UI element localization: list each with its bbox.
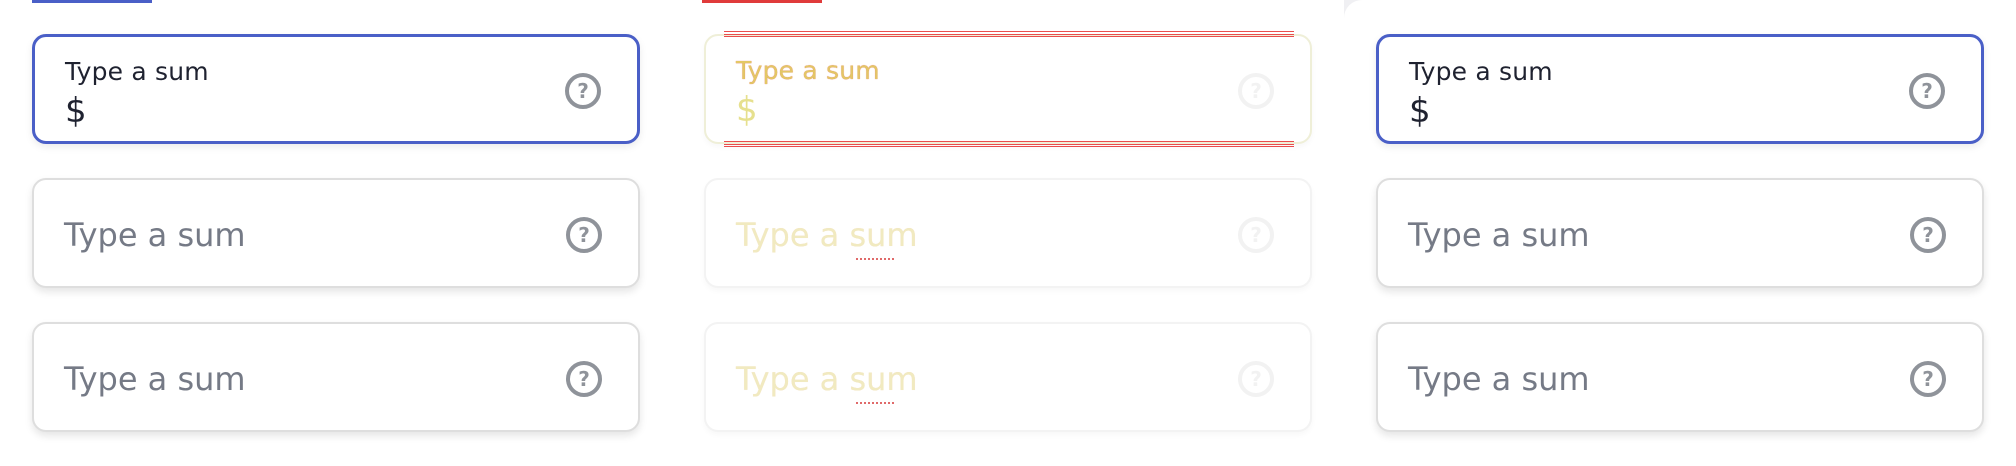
active-tab-indicator bbox=[32, 0, 152, 3]
sum-field-debug[interactable]: Type a sum $ ? bbox=[704, 31, 1312, 147]
sum-field-debug[interactable]: Type a sum ? bbox=[704, 322, 1312, 432]
debug-underline bbox=[856, 402, 894, 405]
sum-field-focused[interactable]: Type a sum $ ? bbox=[1376, 34, 1984, 144]
debug-underline bbox=[856, 258, 894, 261]
question-circle-icon[interactable]: ? bbox=[1238, 73, 1274, 109]
question-circle-icon[interactable]: ? bbox=[1910, 217, 1946, 253]
field-placeholder: Type a sum bbox=[1408, 360, 1590, 398]
debug-guide-top bbox=[724, 31, 1294, 37]
field-placeholder: Type a sum bbox=[1408, 216, 1590, 254]
debug-guide-bottom bbox=[724, 141, 1294, 147]
field-label: Type a sum bbox=[736, 56, 880, 85]
question-circle-icon[interactable]: ? bbox=[1238, 361, 1274, 397]
question-circle-icon[interactable]: ? bbox=[566, 361, 602, 397]
panel-left: Type a sum $ ? Type a sum ? Type a sum ? bbox=[0, 0, 672, 466]
question-circle-icon[interactable]: ? bbox=[565, 73, 601, 109]
sum-field[interactable]: Type a sum ? bbox=[1376, 322, 1984, 432]
debug-tab-indicator bbox=[702, 0, 822, 3]
sum-field[interactable]: Type a sum ? bbox=[32, 322, 640, 432]
field-value[interactable]: $ bbox=[1409, 91, 1431, 131]
field-placeholder: Type a sum bbox=[64, 216, 246, 254]
field-label: Type a sum bbox=[65, 57, 209, 86]
sum-field[interactable]: Type a sum ? bbox=[1376, 178, 1984, 288]
field-placeholder: Type a sum bbox=[64, 360, 246, 398]
field-value[interactable]: $ bbox=[65, 91, 87, 131]
field-value[interactable]: $ bbox=[736, 90, 758, 130]
field-label: Type a sum bbox=[1409, 57, 1553, 86]
field-placeholder: Type a sum bbox=[736, 216, 918, 254]
panel-middle: Type a sum $ ? Type a sum ? Type a sum ? bbox=[672, 0, 1344, 466]
sum-field-debug[interactable]: Type a sum ? bbox=[704, 178, 1312, 288]
sum-field[interactable]: Type a sum ? bbox=[32, 178, 640, 288]
canvas: Type a sum $ ? Type a sum ? Type a sum ?… bbox=[0, 0, 2016, 466]
question-circle-icon[interactable]: ? bbox=[1910, 361, 1946, 397]
panel-right: Type a sum $ ? Type a sum ? Type a sum ? bbox=[1344, 0, 2016, 466]
question-circle-icon[interactable]: ? bbox=[1238, 217, 1274, 253]
question-circle-icon[interactable]: ? bbox=[566, 217, 602, 253]
sum-field-focused[interactable]: Type a sum $ ? bbox=[32, 34, 640, 144]
field-placeholder: Type a sum bbox=[736, 360, 918, 398]
question-circle-icon[interactable]: ? bbox=[1909, 73, 1945, 109]
